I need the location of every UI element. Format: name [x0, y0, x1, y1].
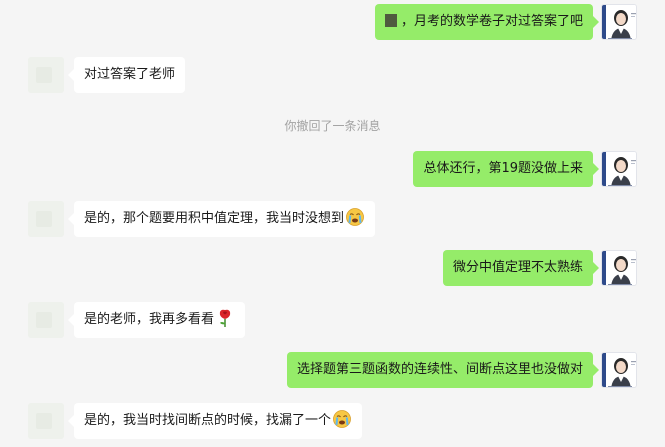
- message-text: 微分中值定理不太熟练: [452, 260, 583, 275]
- message-text: 总体还行，第19题没做上来: [423, 161, 583, 176]
- message-bubble-received[interactable]: 是的，那个题要用积中值定理，我当时没想到: [67, 201, 376, 237]
- crying-face-icon: [345, 207, 365, 227]
- message-text: 是的，我当时找间断点的时候，找漏了一个: [84, 413, 332, 428]
- redacted-name-block: [384, 14, 397, 27]
- teacher-avatar-icon: [602, 353, 637, 388]
- message-row: 是的，那个题要用积中值定理，我当时没想到: [0, 199, 665, 239]
- message-text: 选择题第三题函数的连续性、间断点这里也没做对: [296, 362, 583, 377]
- message-row: 总体还行，第19题没做上来: [0, 151, 665, 191]
- message-bubble-sent[interactable]: 微分中值定理不太熟练: [442, 250, 600, 286]
- message-text: 是的老师，我再多看看: [84, 312, 215, 327]
- message-text: ，月考的数学卷子对过答案了吧: [400, 14, 583, 29]
- message-text: 对过答案了老师: [84, 67, 176, 82]
- message-row: 对过答案了老师: [0, 55, 665, 95]
- student-avatar[interactable]: [28, 57, 64, 93]
- student-avatar[interactable]: [28, 201, 64, 237]
- recalled-message-notice: 你撤回了一条消息: [284, 119, 381, 133]
- message-row: 是的老师，我再多看看: [0, 300, 665, 340]
- teacher-avatar[interactable]: [601, 4, 637, 40]
- teacher-avatar[interactable]: [601, 352, 637, 388]
- message-row: 微分中值定理不太熟练: [0, 250, 665, 290]
- teacher-avatar[interactable]: [601, 151, 637, 187]
- message-bubble-received[interactable]: 对过答案了老师: [67, 57, 186, 93]
- message-row: 选择题第三题函数的连续性、间断点这里也没做对: [0, 352, 665, 392]
- teacher-avatar-icon: [602, 5, 637, 40]
- message-bubble-sent[interactable]: 选择题第三题函数的连续性、间断点这里也没做对: [286, 352, 600, 388]
- teacher-avatar-icon: [602, 251, 637, 286]
- message-row: 是的，我当时找间断点的时候，找漏了一个: [0, 401, 665, 441]
- crying-face-icon: [332, 409, 352, 429]
- student-avatar[interactable]: [28, 403, 64, 439]
- student-avatar[interactable]: [28, 302, 64, 338]
- message-text: 是的，那个题要用积中值定理，我当时没想到: [84, 211, 345, 226]
- message-bubble-sent[interactable]: ，月考的数学卷子对过答案了吧: [374, 4, 600, 40]
- message-bubble-sent[interactable]: 总体还行，第19题没做上来: [413, 151, 599, 187]
- teacher-avatar[interactable]: [601, 250, 637, 286]
- teacher-avatar-icon: [602, 152, 637, 187]
- message-bubble-received[interactable]: 是的，我当时找间断点的时候，找漏了一个: [67, 403, 363, 439]
- message-row: ，月考的数学卷子对过答案了吧: [0, 4, 665, 44]
- rose-icon: [215, 308, 235, 328]
- message-bubble-received[interactable]: 是的老师，我再多看看: [67, 302, 246, 338]
